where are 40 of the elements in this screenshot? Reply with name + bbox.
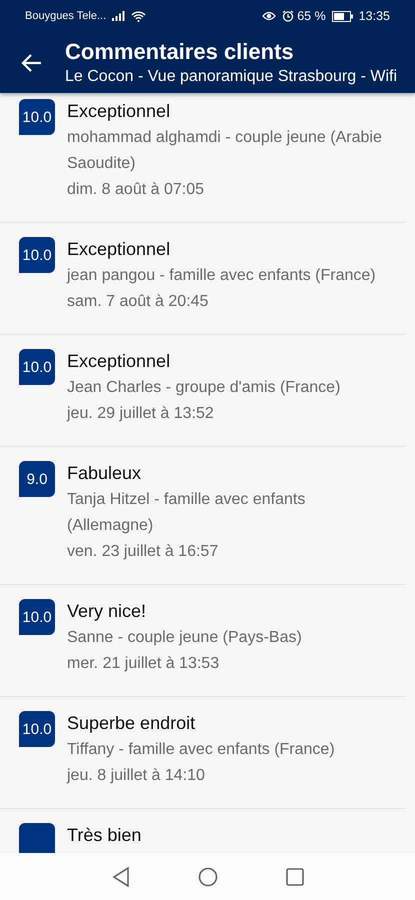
score-badge: 10.0 <box>19 599 55 635</box>
review-date: ven. 23 juillet à 16:57 <box>67 542 220 562</box>
review-title: Fabuleux <box>67 462 142 485</box>
back-nav-button[interactable] <box>112 866 130 886</box>
review-title: Very nice! <box>67 600 148 623</box>
score-badge: 10.0 <box>19 711 55 747</box>
review-date: mer. 21 juillet à 13:53 <box>67 654 220 674</box>
clock-time: 13:35 <box>358 9 390 23</box>
back-button[interactable] <box>21 52 43 74</box>
review-title: Superbe endroit <box>67 712 196 735</box>
reviewer-info: Tiffany - famille avec enfants (France) <box>67 740 335 760</box>
reviewer-info: jean pangou - famille avec enfants (France) <box>67 266 376 286</box>
review-date: sam. 7 août à 20:45 <box>67 292 210 312</box>
reviewer-info: Jean Charles - groupe d'amis (France) <box>67 378 340 398</box>
reviewer-info: mohammad alghamdi - couple jeune (Arabie Saoudite) <box>67 128 383 174</box>
recents-button[interactable] <box>286 868 304 886</box>
reviewer-info: Sanne - couple jeune (Pays-Bas) <box>67 628 302 648</box>
battery-percentage: 65 % <box>297 9 326 23</box>
battery-icon <box>332 10 353 22</box>
review-date: jeu. 29 juillet à 13:52 <box>67 404 215 424</box>
review-title: Exceptionnel <box>67 238 172 261</box>
score-badge: 10.0 <box>19 349 55 385</box>
score-badge: 10.0 <box>19 237 55 273</box>
score-badge: 9.0 <box>19 461 55 497</box>
wifi-icon <box>131 10 146 22</box>
alarm-icon <box>282 10 294 22</box>
signal-icon <box>112 11 126 21</box>
score-badge: 10.0 <box>19 99 55 135</box>
page-title: Commentaires clients <box>65 38 295 66</box>
home-button[interactable] <box>198 866 218 886</box>
score-badge <box>19 823 55 853</box>
review-title: Exceptionnel <box>67 100 172 123</box>
review-date: dim. 8 août à 07:05 <box>67 180 205 200</box>
page-subtitle: Le Cocon - Vue panoramique Strasbourg - Wifi <box>65 66 398 86</box>
review-date: jeu. 8 juillet à 14:10 <box>67 766 206 786</box>
review-title: Très bien <box>67 824 142 847</box>
reviewer-info: Tanja Hitzel - famille avec enfants (Allemagne) <box>67 490 306 536</box>
carrier-name: Bouygues Tele... <box>25 10 106 22</box>
review-title: Exceptionnel <box>67 350 172 373</box>
eye-icon <box>262 11 276 21</box>
